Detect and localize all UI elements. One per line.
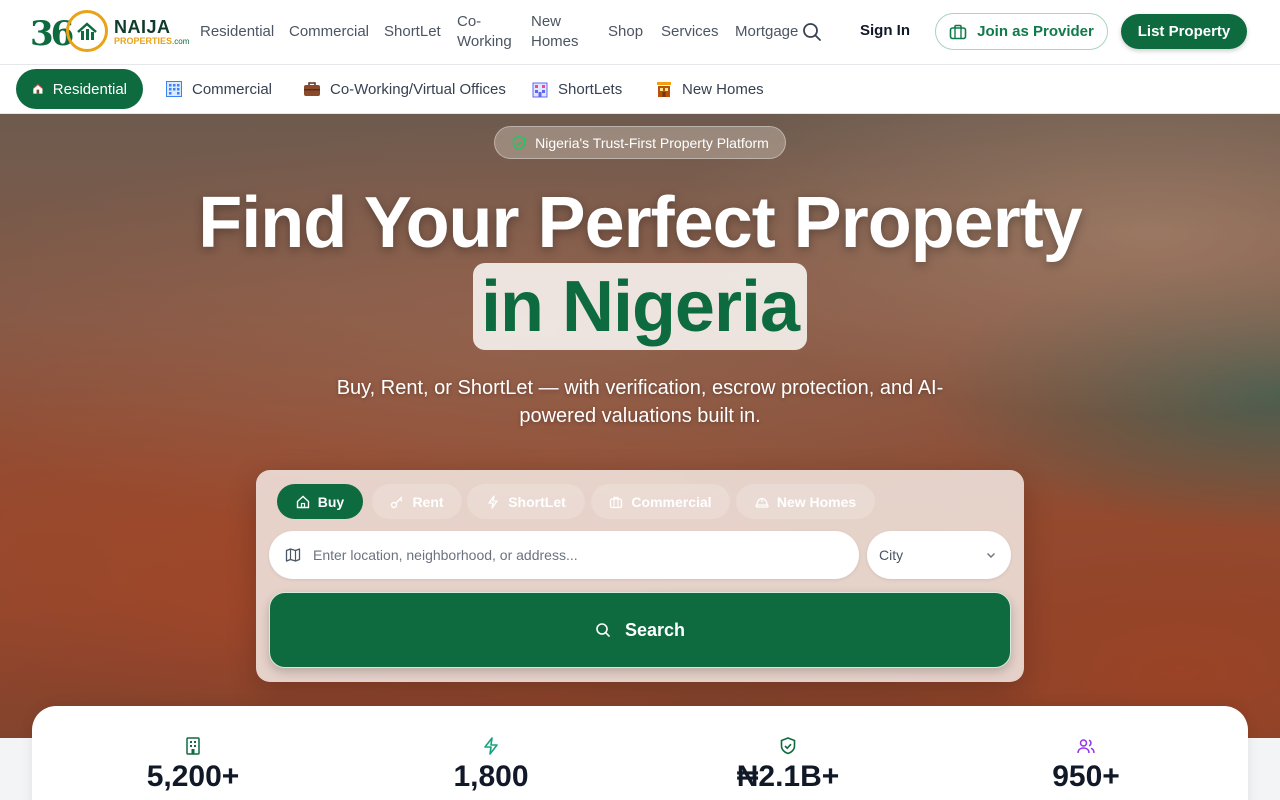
office-building-icon: [166, 81, 182, 97]
nav-co-working[interactable]: Co- Working: [457, 12, 512, 52]
location-field[interactable]: [269, 531, 859, 579]
bolt-icon: [488, 494, 498, 509]
tab-shortlet-label: ShortLet: [508, 493, 566, 510]
map-icon: [285, 548, 301, 562]
stats-panel: 5,200+ 1,800 ₦2.1B+ 950+: [32, 706, 1248, 800]
hero-section: Nigeria's Trust-First Property Platform …: [0, 114, 1280, 800]
search-icon: [596, 623, 610, 637]
category-new-homes-label: New Homes: [682, 80, 764, 98]
join-as-provider-button[interactable]: Join as Provider: [935, 13, 1108, 50]
nav-co-working-line2: Working: [457, 33, 512, 50]
search-card: Buy Rent ShortLet Commercial New Homes E…: [256, 470, 1024, 682]
category-commercial-label: Commercial: [192, 80, 273, 98]
users-icon: [1077, 739, 1095, 754]
stat-listings-value: 5,200+: [146, 760, 240, 793]
house-icon: [77, 22, 97, 40]
home-icon: [32, 83, 43, 94]
city-select[interactable]: City: [867, 531, 1011, 579]
briefcase-icon: [304, 82, 320, 96]
hero-subtitle: Buy, Rent, or ShortLet — with verificati…: [336, 377, 944, 427]
tab-shortlet[interactable]: ShortLet: [467, 484, 585, 519]
logo-number: 36: [30, 14, 74, 54]
stat-listings: 5,200+: [83, 736, 303, 794]
nav-commercial[interactable]: Commercial: [289, 22, 369, 42]
category-co-working-label: Co-Working/Virtual Offices: [330, 80, 506, 98]
home-icon: [296, 495, 309, 508]
bolt-icon: [484, 737, 498, 755]
logo-name-line2: PROPERTIES.com: [114, 35, 190, 46]
category-residential-label: Residential: [52, 80, 127, 98]
category-shortlets[interactable]: ShortLets: [531, 69, 622, 109]
join-as-provider-label: Join as Provider: [977, 23, 1094, 40]
stat-shortlets: 1,800: [381, 736, 601, 794]
location-input[interactable]: [313, 547, 833, 563]
stat-escrow-value: ₦2.1B+: [736, 760, 840, 793]
shield-check-icon: [512, 135, 526, 150]
stat-providers: 950+: [976, 736, 1196, 794]
category-bar: Residential Commercial Co-Working/Virtua…: [0, 65, 1280, 114]
trust-badge-label: Nigeria's Trust-First Property Platform: [535, 134, 769, 151]
trust-badge: Nigeria's Trust-First Property Platform: [494, 126, 786, 159]
nav-co-working-line1: Co-: [457, 13, 482, 30]
tab-commercial-label: Commercial: [631, 493, 712, 510]
tab-new-homes[interactable]: New Homes: [736, 484, 875, 519]
tab-commercial[interactable]: Commercial: [591, 484, 730, 519]
category-new-homes[interactable]: New Homes: [655, 69, 764, 109]
nav-shop[interactable]: Shop: [608, 22, 643, 42]
nav-mortgage[interactable]: Mortgage: [735, 22, 798, 42]
nav-shortlet[interactable]: ShortLet: [384, 22, 441, 42]
top-header: 36 NAIJA PROPERTIES.com Residential Comm…: [0, 0, 1280, 65]
logo-name-line1: NAIJA: [114, 16, 171, 37]
nav-new-homes-line2: Homes: [531, 33, 579, 50]
shield-check-icon: [780, 737, 796, 755]
tab-rent[interactable]: Rent: [372, 484, 462, 519]
key-icon: [391, 496, 403, 508]
category-residential[interactable]: Residential: [16, 69, 143, 109]
building-icon: [186, 737, 200, 755]
list-property-button[interactable]: List Property: [1121, 14, 1247, 49]
category-shortlets-label: ShortLets: [558, 80, 623, 98]
stat-shortlets-value: 1,800: [453, 760, 529, 793]
stat-escrow: ₦2.1B+: [678, 736, 898, 794]
logo-text: NAIJA PROPERTIES.com: [114, 18, 189, 47]
logo-mark: 36: [30, 8, 110, 56]
category-commercial[interactable]: Commercial: [165, 69, 272, 109]
nav-new-homes-line1: New: [531, 13, 562, 30]
tab-buy[interactable]: Buy: [277, 484, 363, 519]
construction-icon: [657, 82, 671, 97]
site-logo[interactable]: 36 NAIJA PROPERTIES.com: [30, 8, 202, 56]
briefcase-icon: [949, 24, 967, 39]
search-button[interactable]: Search: [269, 592, 1011, 668]
city-select-value: City: [879, 547, 904, 563]
chevron-down-icon: [987, 553, 995, 558]
nav-new-homes[interactable]: New Homes: [531, 12, 579, 52]
nav-residential[interactable]: Residential: [200, 22, 274, 42]
hotel-icon: [532, 82, 548, 98]
stat-providers-value: 950+: [1052, 760, 1120, 793]
search-button-label: Search: [624, 619, 686, 640]
tab-buy-label: Buy: [317, 493, 345, 510]
hero-headline: Find Your Perfect Property: [198, 183, 1083, 263]
tab-new-homes-label: New Homes: [776, 493, 857, 510]
hard-hat-icon: [755, 497, 769, 508]
search-icon[interactable]: [802, 22, 822, 42]
tab-rent-label: Rent: [412, 493, 444, 510]
category-co-working[interactable]: Co-Working/Virtual Offices: [303, 69, 506, 109]
nav-services[interactable]: Services: [661, 22, 719, 42]
hero-headline-highlight: in Nigeria: [473, 263, 807, 350]
briefcase-icon: [610, 496, 623, 508]
sign-in-link[interactable]: Sign In: [860, 22, 910, 39]
